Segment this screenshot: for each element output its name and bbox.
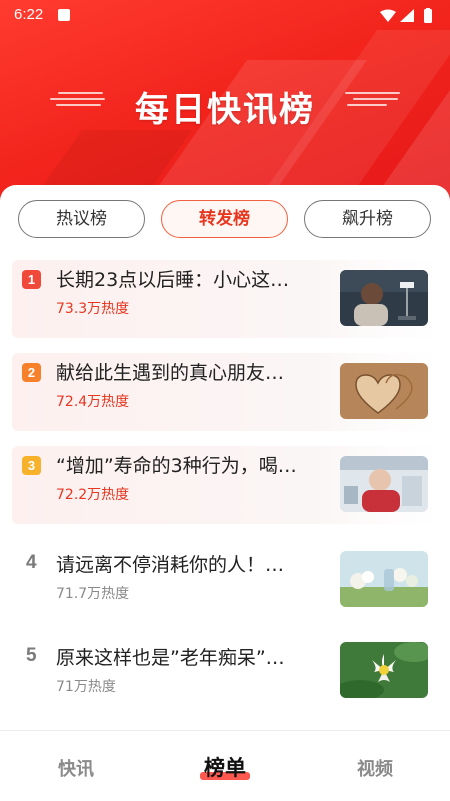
- tab-rising[interactable]: 飙升榜: [304, 200, 431, 238]
- nav-item-videos[interactable]: 视频: [335, 755, 415, 781]
- list-item[interactable]: 2 献给此生遇到的真心朋友… 72.4万热度: [12, 353, 438, 431]
- thumbnail-image: [340, 270, 428, 326]
- list-item[interactable]: 4 请远离不停消耗你的人！… 71.7万热度: [12, 545, 438, 623]
- status-icons: [378, 8, 438, 24]
- tab-hot-discussion[interactable]: 热议榜: [18, 200, 145, 238]
- list-item[interactable]: 1 长期23点以后睡：小心这… 73.3万热度: [12, 260, 438, 338]
- thumbnail-image: [340, 642, 428, 698]
- item-heat: 72.2万热度: [56, 487, 130, 503]
- rank-number: 5: [26, 645, 37, 666]
- bottom-nav: 快讯 榜单 视频: [0, 730, 450, 801]
- rank-badge: 2: [22, 363, 41, 382]
- item-title: 请远离不停消耗你的人！…: [56, 554, 285, 576]
- nav-label: 榜单: [204, 756, 246, 780]
- nav-label: 视频: [357, 759, 393, 780]
- app-notification-icon: [58, 9, 70, 21]
- tab-forward[interactable]: 转发榜: [161, 200, 288, 238]
- battery-icon: [424, 9, 432, 23]
- status-time: 6:22: [14, 6, 44, 23]
- title-decoration-right: [345, 92, 400, 110]
- thumbnail-image: [340, 551, 428, 607]
- item-heat: 71万热度: [56, 679, 116, 695]
- nav-label: 快讯: [58, 759, 94, 780]
- rank-number: 4: [26, 552, 37, 573]
- rank-badge: 3: [22, 456, 41, 475]
- list-item[interactable]: 3 “增加”寿命的3种行为，喝… 72.2万热度: [12, 446, 438, 524]
- item-title: 长期23点以后睡：小心这…: [56, 269, 290, 291]
- ranking-tabs: 热议榜 转发榜 飙升榜: [18, 200, 432, 240]
- item-title: “增加”寿命的3种行为，喝…: [56, 455, 297, 477]
- rank-badge: 1: [22, 270, 41, 289]
- item-title: 献给此生遇到的真心朋友…: [56, 362, 285, 384]
- item-heat: 71.7万热度: [56, 586, 130, 602]
- item-title: 原来这样也是”老年痴呆”…: [56, 647, 285, 669]
- status-bar: 6:22: [0, 0, 450, 32]
- item-heat: 73.3万热度: [56, 301, 130, 317]
- signal-icon: [400, 9, 414, 22]
- nav-item-rankings[interactable]: 榜单: [185, 752, 265, 782]
- wifi-icon: [380, 9, 396, 22]
- nav-item-news[interactable]: 快讯: [36, 755, 116, 781]
- item-heat: 72.4万热度: [56, 394, 130, 410]
- thumbnail-image: [340, 456, 428, 512]
- list-item[interactable]: 5 原来这样也是”老年痴呆”… 71万热度: [12, 638, 438, 716]
- thumbnail-image: [340, 363, 428, 419]
